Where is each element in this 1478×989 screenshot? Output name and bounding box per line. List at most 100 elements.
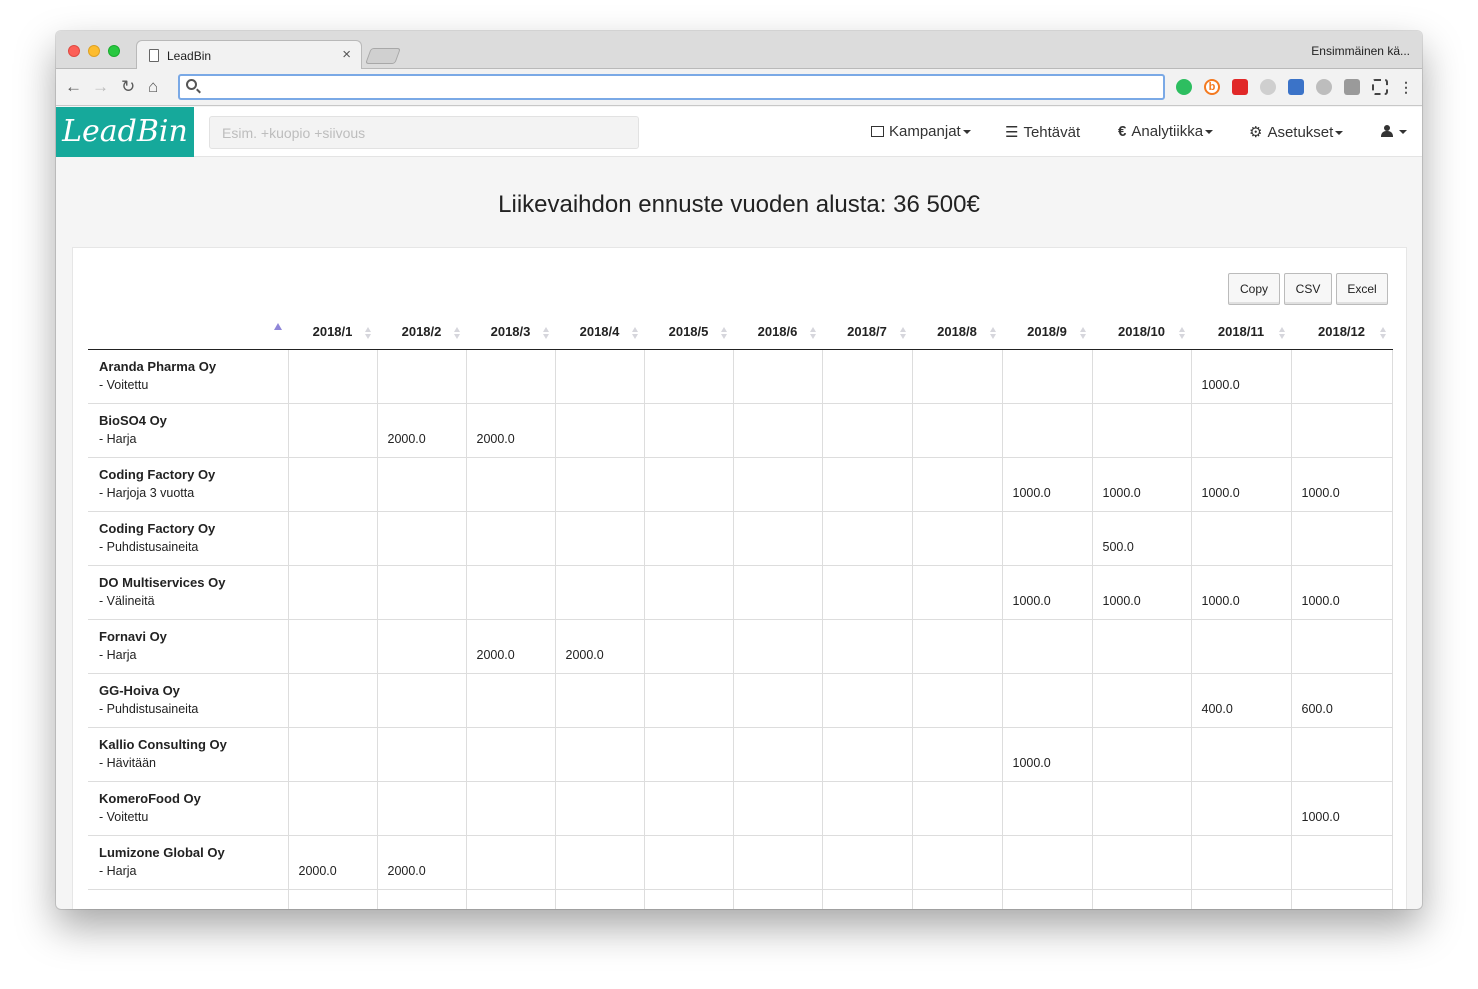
evernote-extension-icon[interactable] [1176,79,1192,95]
value-cell [288,403,378,458]
row-name-cell: DO Multiservices Oy - Välineitä [88,565,289,620]
value-cell [466,673,556,728]
value-cell [644,889,734,909]
sort-icon [1179,327,1185,339]
value-cell [912,403,1003,458]
column-header[interactable]: 2018/11 [1191,315,1291,350]
column-header[interactable]: 2018/7 [822,315,912,350]
value-cell [1291,349,1393,404]
tab-close-icon[interactable]: × [342,47,351,62]
column-header[interactable]: 2018/2 [377,315,466,350]
value-cell [288,727,378,782]
value-cell [822,673,913,728]
table-row: Kallio Consulting Oy - Hävitään 1000.0 [88,727,1393,782]
company-name: Fornavi Oy [99,629,167,644]
value-cell [912,565,1003,620]
app-search-input[interactable] [209,116,639,149]
value-cell [1002,349,1093,404]
value-cell: 2000.0 [288,835,378,890]
menu-analytics[interactable]: € Analytiikka [1118,123,1214,140]
forward-arrow-icon[interactable]: → [92,77,109,97]
value-cell: 1000.0 [1191,565,1292,620]
value-cell [822,889,913,909]
value-cell [822,511,913,566]
value-cell [644,727,734,782]
value-cell: 500.0 [1092,511,1192,566]
value-cell [912,511,1003,566]
zoom-window-button[interactable] [108,45,120,57]
value-cell: 1000.0 [1002,727,1093,782]
value-cell [912,889,1003,909]
profile-name[interactable]: Ensimmäinen kä... [1311,44,1410,58]
value-cell [912,457,1003,512]
chevron-down-icon [1399,130,1407,135]
menu-tasks[interactable]: ☰ Tehtävät [1005,123,1080,141]
column-header[interactable]: 2018/12 [1291,315,1392,350]
b-extension-icon[interactable]: b [1204,79,1220,95]
value-cell: 2000.0 [466,619,556,674]
column-header-name[interactable] [88,315,288,350]
paint-extension-icon[interactable] [1344,79,1360,95]
value-cell [912,673,1003,728]
csv-button[interactable]: CSV [1284,273,1332,305]
menu-settings[interactable]: ⚙ Asetukset [1249,123,1344,141]
column-header-label: 2018/7 [847,324,887,340]
column-header[interactable]: 2018/1 [288,315,377,350]
menu-tasks-label: Tehtävät [1023,124,1081,141]
value-cell [1191,835,1292,890]
minimize-window-button[interactable] [88,45,100,57]
value-cell [1291,511,1393,566]
brand-logo[interactable]: LeadBin [56,107,194,157]
column-header[interactable]: 2018/4 [555,315,644,350]
value-cell [644,565,734,620]
column-header[interactable]: 2018/3 [466,315,555,350]
product-name: - Harja [99,648,137,662]
sort-icon [990,327,996,339]
excel-button[interactable]: Excel [1336,273,1388,305]
browser-tab[interactable]: LeadBin × [136,40,362,70]
ghost-extension-icon[interactable] [1316,79,1332,95]
value-cell [288,619,378,674]
reload-icon[interactable]: ↻ [121,77,135,97]
gears-icon: ⚙ [1249,124,1263,141]
address-bar[interactable] [178,74,1165,100]
more-menu-icon[interactable]: ⋮ [1398,79,1414,95]
sort-icon [365,327,371,339]
company-name: Aranda Pharma Oy [99,359,217,374]
reader-extension-icon[interactable] [1288,79,1304,95]
column-header[interactable]: 2018/8 [912,315,1002,350]
sort-icon [454,327,460,339]
product-name: - Hävitään [99,756,156,770]
column-header[interactable]: 2018/5 [644,315,733,350]
column-header[interactable]: 2018/6 [733,315,822,350]
product-name: - Voitettu [99,378,149,392]
row-name-cell: Lumizone Global Oy - Harja [88,835,289,890]
value-cell [377,781,467,836]
value-cell [822,565,913,620]
value-cell [644,349,734,404]
value-cell [377,457,467,512]
new-tab-button[interactable] [365,48,401,64]
screenshot-extension-icon[interactable] [1372,79,1388,95]
copy-button[interactable]: Copy [1228,273,1280,305]
value-cell [1291,889,1393,909]
value-cell [733,835,823,890]
row-name-cell: Coding Factory Oy - Puhdistusaineita [88,511,289,566]
back-arrow-icon[interactable]: ← [65,77,82,97]
flipboard-extension-icon[interactable] [1232,79,1248,95]
column-header[interactable]: 2018/10 [1092,315,1191,350]
menu-user[interactable] [1381,123,1407,140]
company-name: Kallio Consulting Oy [99,737,227,752]
column-header[interactable]: 2018/9 [1002,315,1092,350]
menu-campaigns[interactable]: Kampanjat [871,123,971,140]
value-cell [1092,727,1192,782]
home-icon[interactable]: ⌂ [148,77,158,97]
user-icon [1381,125,1393,137]
list-icon: ☰ [1005,124,1019,141]
value-cell [377,889,467,909]
value-cell [555,673,645,728]
value-cell [733,727,823,782]
menu-settings-label: Asetukset [1267,124,1334,141]
close-window-button[interactable] [68,45,80,57]
drive-extension-icon[interactable] [1260,79,1276,95]
